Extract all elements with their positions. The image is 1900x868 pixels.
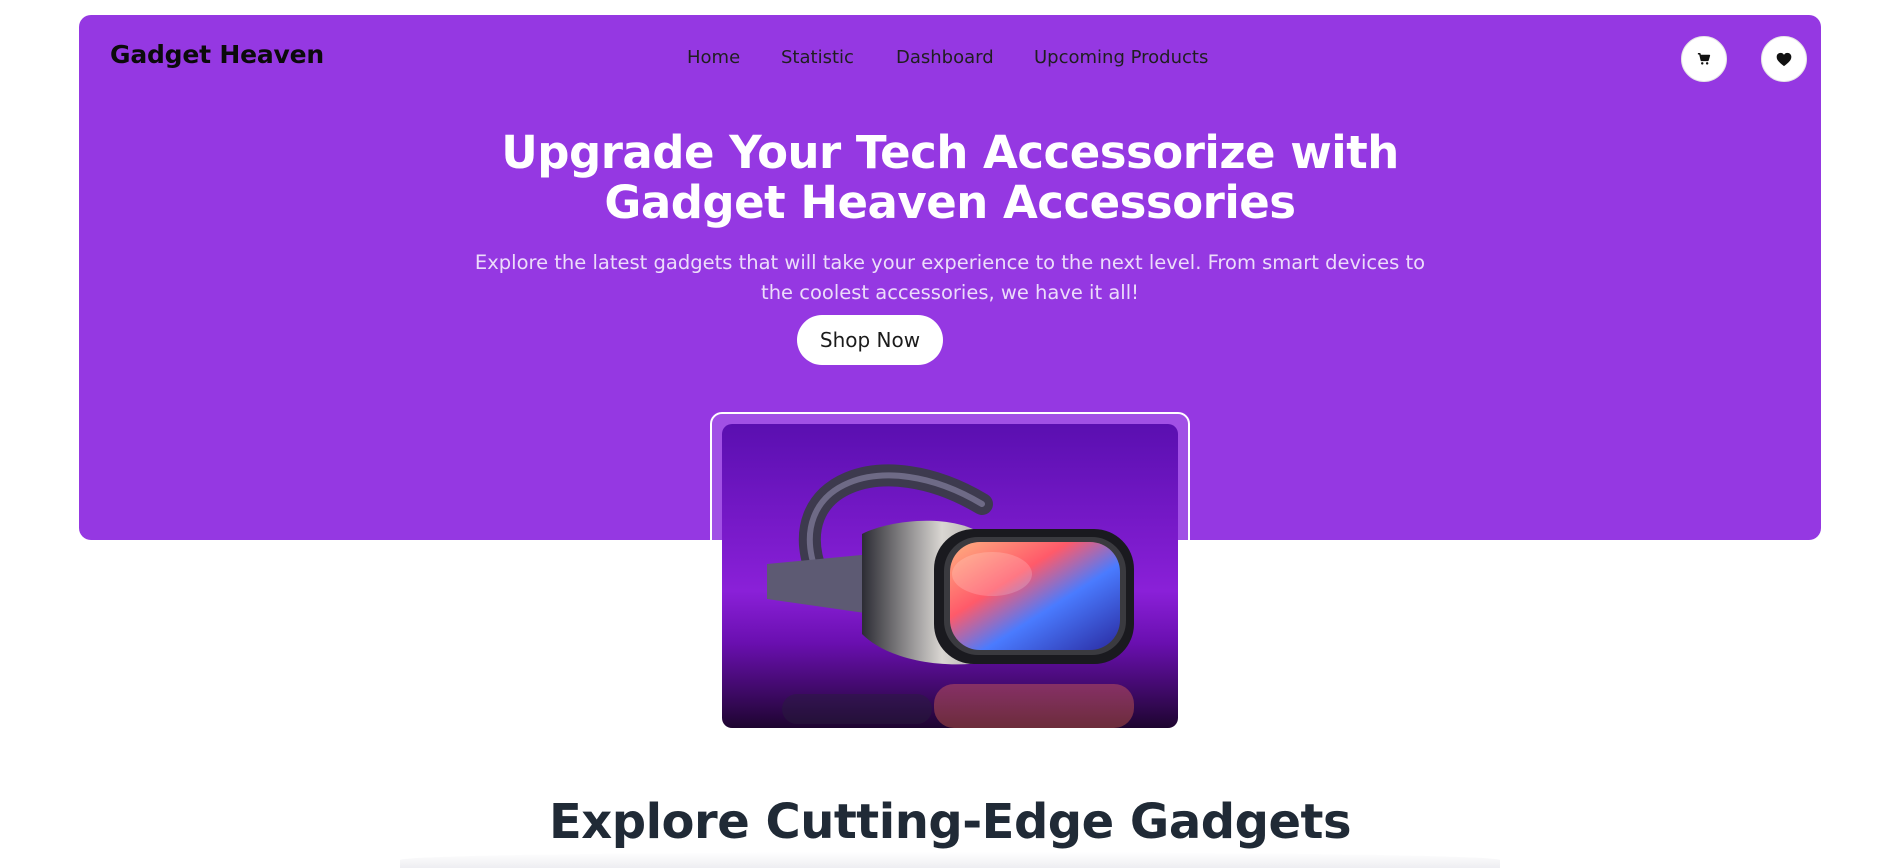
- vr-headset-image: [722, 424, 1178, 728]
- page: Gadget Heaven Home Statistic Dashboard U…: [0, 0, 1900, 868]
- main-nav: Home Statistic Dashboard Upcoming Produc…: [79, 47, 1821, 73]
- section-title: Explore Cutting-Edge Gadgets: [548, 794, 1352, 850]
- section-shadow: [400, 852, 1500, 868]
- cart-button[interactable]: [1681, 36, 1727, 82]
- nav-dashboard[interactable]: Dashboard: [896, 47, 994, 68]
- cart-icon: [1697, 52, 1711, 65]
- hero-subtext-line2: the coolest accessories, we have it all!: [761, 281, 1139, 304]
- shop-now-button[interactable]: Shop Now: [797, 315, 943, 365]
- nav-upcoming-products[interactable]: Upcoming Products: [1034, 47, 1208, 68]
- hero-subtext-line1: Explore the latest gadgets that will tak…: [474, 251, 1426, 274]
- hero-headline-line1: Upgrade Your Tech Accessorize with: [501, 126, 1399, 179]
- nav-home[interactable]: Home: [687, 47, 740, 68]
- vr-headset-illustration: [722, 424, 1178, 728]
- wishlist-button[interactable]: [1761, 36, 1807, 82]
- hero-headline-line2: Gadget Heaven Accessories: [604, 176, 1296, 229]
- nav-statistic[interactable]: Statistic: [781, 47, 854, 68]
- heart-icon: [1776, 52, 1792, 66]
